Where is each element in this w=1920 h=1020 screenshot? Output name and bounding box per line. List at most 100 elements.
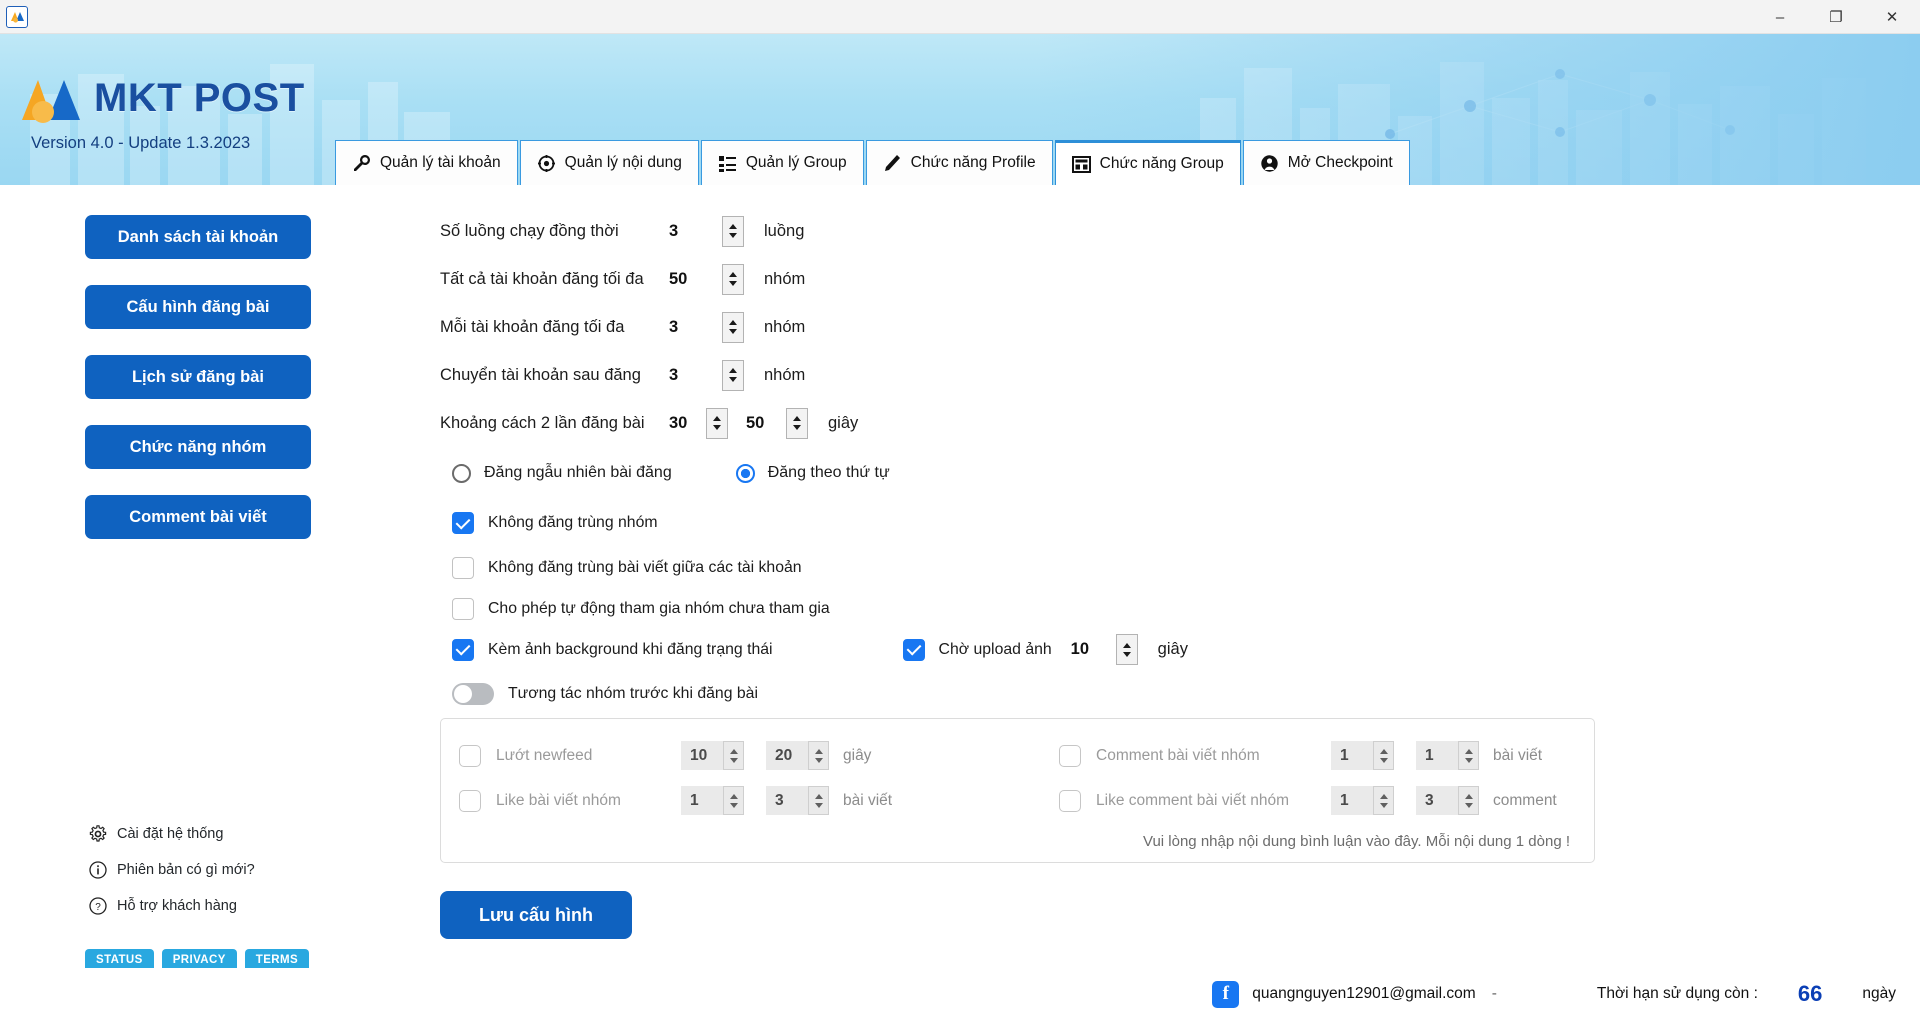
tab-chuc-nang-group[interactable]: Chức năng Group [1054, 140, 1241, 185]
checkbox-label: Không đăng trùng nhóm [488, 514, 658, 531]
spinner-moi-tai-khoan[interactable] [722, 311, 744, 343]
interaction-group-panel: Lướt newfeed 10 20 giây Like bài viết nh… [440, 718, 1595, 863]
toggle-row-tuong-tac-nhom: Tương tác nhóm trước khi đăng bài [440, 670, 1595, 718]
spinner-luot-newfeed-max[interactable] [808, 741, 829, 770]
sidebar-link-phien-ban-co-gi-moi[interactable]: Phiên bản có gì mới? [88, 860, 255, 879]
comment-input-hint: Vui lòng nhập nội dung bình luận vào đây… [1143, 833, 1570, 850]
interaction-label: Like bài viết nhóm [496, 791, 621, 809]
spinner-like-bai-viet-max[interactable] [808, 786, 829, 815]
interaction-min-like-bai-viet[interactable]: 1 [681, 786, 723, 815]
close-button[interactable]: ✕ [1864, 0, 1920, 34]
tab-label: Mở Checkpoint [1287, 154, 1393, 171]
checkbox-comment-bai-viet-nhom[interactable] [1059, 744, 1081, 767]
checkbox-like-comment-bai-viet-nhom[interactable] [1059, 789, 1081, 812]
spinner-comment-bai-viet-min[interactable] [1373, 741, 1394, 770]
interaction-max-like-comment[interactable]: 3 [1416, 786, 1458, 815]
checkbox-row-tu-dong-tham-gia-nhom: Cho phép tự động tham gia nhóm chưa tham… [440, 588, 1595, 629]
sidebar-button-danh-sach-tai-khoan[interactable]: Danh sách tài khoản [85, 215, 311, 259]
spinner-like-bai-viet-min[interactable] [723, 786, 744, 815]
info-icon [88, 860, 107, 879]
spinner-khoang-cach-max[interactable] [786, 407, 808, 439]
interaction-min-comment-bai-viet[interactable]: 1 [1331, 741, 1373, 770]
checkbox-label: Cho phép tự động tham gia nhóm chưa tham… [488, 599, 830, 617]
field-value-khoang-cach-max[interactable]: 50 [728, 414, 786, 433]
field-value-chuyen-tai-khoan[interactable]: 3 [662, 366, 722, 385]
field-value-khoang-cach-min[interactable]: 30 [662, 414, 706, 433]
minimize-button[interactable]: – [1752, 0, 1808, 34]
field-row-chuyen-tai-khoan: Chuyển tài khoản sau đăng 3 nhóm [440, 351, 1595, 399]
spinner-luot-newfeed-min[interactable] [723, 741, 744, 770]
window-controls: – ❐ ✕ [1752, 0, 1920, 34]
field-label: Chuyển tài khoản sau đăng [440, 365, 641, 384]
checkbox-kem-anh-background[interactable] [452, 638, 474, 661]
field-row-tat-ca-tai-khoan: Tất cả tài khoản đăng tối đa 50 nhóm [440, 255, 1595, 303]
checkbox-khong-dang-trung-nhom[interactable] [452, 512, 474, 534]
field-row-khoang-cach: Khoảng cách 2 lần đăng bài 30 50 giây [440, 399, 1595, 447]
upload-wait-value[interactable]: 10 [1064, 640, 1116, 659]
radio-dang-theo-thu-tu[interactable] [735, 463, 755, 483]
checkbox-like-bai-viet-nhom[interactable] [459, 789, 481, 812]
checkbox-cho-upload-anh[interactable] [902, 638, 925, 661]
interaction-unit: bài viết [843, 791, 893, 809]
tab-quan-ly-group[interactable]: Quản lý Group [700, 140, 864, 185]
sidebar-link-label: Phiên bản có gì mới? [117, 861, 255, 878]
toggle-label: Tương tác nhóm trước khi đăng bài [508, 685, 758, 702]
app-header: MKT POST Version 4.0 - Update 1.3.2023 Q… [0, 34, 1920, 185]
spinner-chuyen-tai-khoan[interactable] [722, 359, 744, 391]
tab-quan-ly-noi-dung[interactable]: Quản lý nội dung [519, 140, 699, 185]
field-value-so-luong[interactable]: 3 [662, 222, 722, 241]
tab-quan-ly-tai-khoan[interactable]: Quản lý tài khoản [335, 140, 518, 185]
interaction-column-right: Comment bài viết nhóm 1 1 bài viết Like … [1059, 733, 1557, 823]
sidebar-button-chuc-nang-nhom[interactable]: Chức năng nhóm [85, 425, 311, 469]
interaction-max-like-bai-viet[interactable]: 3 [766, 786, 808, 815]
expiry-days-value: 66 [1797, 981, 1823, 1006]
maximize-button[interactable]: ❐ [1808, 0, 1864, 34]
checkbox-label: Kèm ảnh background khi đăng trạng thái [488, 640, 773, 658]
interaction-min-luot-newfeed[interactable]: 10 [681, 741, 723, 770]
checkbox-tu-dong-tham-gia-nhom[interactable] [452, 597, 474, 620]
spinner-tat-ca-tai-khoan[interactable] [722, 263, 744, 295]
field-value-tat-ca-tai-khoan[interactable]: 50 [662, 270, 722, 289]
tab-label: Quản lý nội dung [564, 154, 682, 171]
sidebar-link-label: Cài đặt hệ thống [117, 825, 224, 842]
checkbox-row-khong-dang-trung-nhom: Không đăng trùng nhóm [440, 499, 1595, 547]
config-panel: Số luồng chạy đồng thời 3 luồng Tất cả t… [440, 207, 1595, 939]
user-icon [1260, 154, 1279, 173]
checkbox-label: Không đăng trùng bài viết giữa các tài k… [488, 558, 802, 576]
interaction-unit: comment [1493, 791, 1557, 809]
tab-chuc-nang-profile[interactable]: Chức năng Profile [865, 140, 1053, 185]
spinner-so-luong[interactable] [722, 215, 744, 247]
sidebar-link-ho-tro-khach-hang[interactable]: ? Hỗ trợ khách hàng [88, 896, 255, 915]
checkbox-row-kem-anh-background: Kèm ảnh background khi đăng trạng thái C… [440, 629, 1595, 670]
tab-label: Quản lý tài khoản [380, 154, 501, 171]
field-unit: nhóm [764, 269, 806, 288]
checkbox-luot-newfeed[interactable] [459, 744, 481, 767]
tab-label: Quản lý Group [745, 154, 847, 171]
interaction-max-luot-newfeed[interactable]: 20 [766, 741, 808, 770]
interaction-min-like-comment[interactable]: 1 [1331, 786, 1373, 815]
interaction-max-comment-bai-viet[interactable]: 1 [1416, 741, 1458, 770]
save-config-button[interactable]: Lưu cấu hình [440, 891, 632, 939]
status-separator: - [1491, 985, 1497, 1002]
tab-mo-checkpoint[interactable]: Mở Checkpoint [1242, 140, 1410, 185]
field-value-moi-tai-khoan[interactable]: 3 [662, 318, 722, 337]
sidebar-button-lich-su-dang-bai[interactable]: Lịch sử đăng bài [85, 355, 311, 399]
toggle-tuong-tac-nhom[interactable] [452, 683, 494, 705]
spinner-like-comment-max[interactable] [1458, 786, 1479, 815]
checkbox-khong-dang-trung-bai-viet[interactable] [452, 556, 474, 579]
radio-dang-ngau-nhien[interactable] [452, 463, 471, 483]
interaction-label: Lướt newfeed [496, 746, 593, 764]
spinner-khoang-cach-min[interactable] [706, 407, 728, 439]
interaction-label: Like comment bài viết nhóm [1096, 791, 1289, 809]
tab-label: Chức năng Profile [910, 154, 1036, 171]
spinner-like-comment-min[interactable] [1373, 786, 1394, 815]
field-label: Số luồng chạy đồng thời [440, 221, 619, 240]
interaction-row-like-comment-bai-viet-nhom: Like comment bài viết nhóm 1 3 comment [1059, 778, 1557, 823]
sidebar-button-comment-bai-viet[interactable]: Comment bài viết [85, 495, 311, 539]
interaction-row-luot-newfeed: Lướt newfeed 10 20 giây [459, 733, 1059, 778]
spinner-comment-bai-viet-max[interactable] [1458, 741, 1479, 770]
spinner-cho-upload-anh[interactable] [1115, 634, 1138, 665]
main-tab-bar: Quản lý tài khoản Quản lý nội dung Quản … [335, 139, 1412, 185]
sidebar-button-cau-hinh-dang-bai[interactable]: Cấu hình đăng bài [85, 285, 311, 329]
sidebar-link-cai-dat-he-thong[interactable]: Cài đặt hệ thống [88, 824, 255, 843]
